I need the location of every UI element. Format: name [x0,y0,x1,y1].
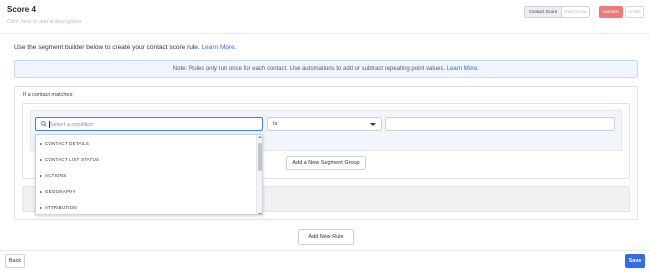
caret-right-icon [40,206,42,209]
caret-right-icon [40,158,42,161]
condition-value-field[interactable] [385,117,615,131]
footer-bar [0,250,650,280]
page-header: Score 4 Click here to add a description … [0,0,650,34]
intro-learn-more-link[interactable]: Learn More. [202,44,237,51]
condition-search-input[interactable] [50,120,255,129]
condition-dropdown[interactable]: CONTACT DETAILS CONTACT LIST STATUS ACTI… [35,134,263,215]
scrollbar-thumb[interactable] [258,143,262,171]
intro-text: Use the segment builder below to create … [14,44,237,51]
match-label: If a contact matches: [23,92,74,98]
back-button[interactable]: Back [5,254,25,268]
caret-right-icon [40,190,42,193]
deal-score-toggle[interactable]: Deal Score [562,6,590,18]
caret-down-icon [370,123,376,126]
contact-score-toggle[interactable]: Contact Score [524,6,562,18]
operator-select[interactable]: Is [267,117,382,131]
add-new-rule-button[interactable]: Add New Rule [298,229,354,245]
search-icon [41,121,47,127]
dropdown-scrollbar[interactable] [256,135,262,214]
active-toggle[interactable]: Active [625,6,644,18]
condition-search-field[interactable] [35,117,263,131]
operator-value: Is [273,121,278,127]
dropdown-option[interactable]: ATTRIBUTION [40,203,77,213]
caret-right-icon [40,142,42,145]
dropdown-option[interactable]: GEOGRAPHY [40,187,76,197]
dropdown-option[interactable]: CONTACT LIST STATUS [40,155,99,165]
save-button[interactable]: Save [625,254,645,268]
inactive-toggle[interactable]: Inactive [599,6,623,18]
scroll-down-icon[interactable] [258,213,262,214]
note-banner: Note: Rules only run once for each conta… [14,60,638,78]
dropdown-option[interactable]: CONTACT DETAILS [40,139,89,149]
note-learn-more-link[interactable]: Learn More. [447,66,479,72]
dropdown-option[interactable]: ACTIONS [40,171,66,181]
note-text: Note: Rules only run once for each conta… [172,66,446,72]
description-placeholder[interactable]: Click here to add a description [7,19,81,25]
add-segment-group-button[interactable]: Add a New Segment Group [286,156,366,170]
caret-right-icon [40,174,42,177]
intro-sentence: Use the segment builder below to create … [14,44,200,51]
page-title[interactable]: Score 4 [7,5,36,14]
scroll-up-icon[interactable] [258,136,262,138]
